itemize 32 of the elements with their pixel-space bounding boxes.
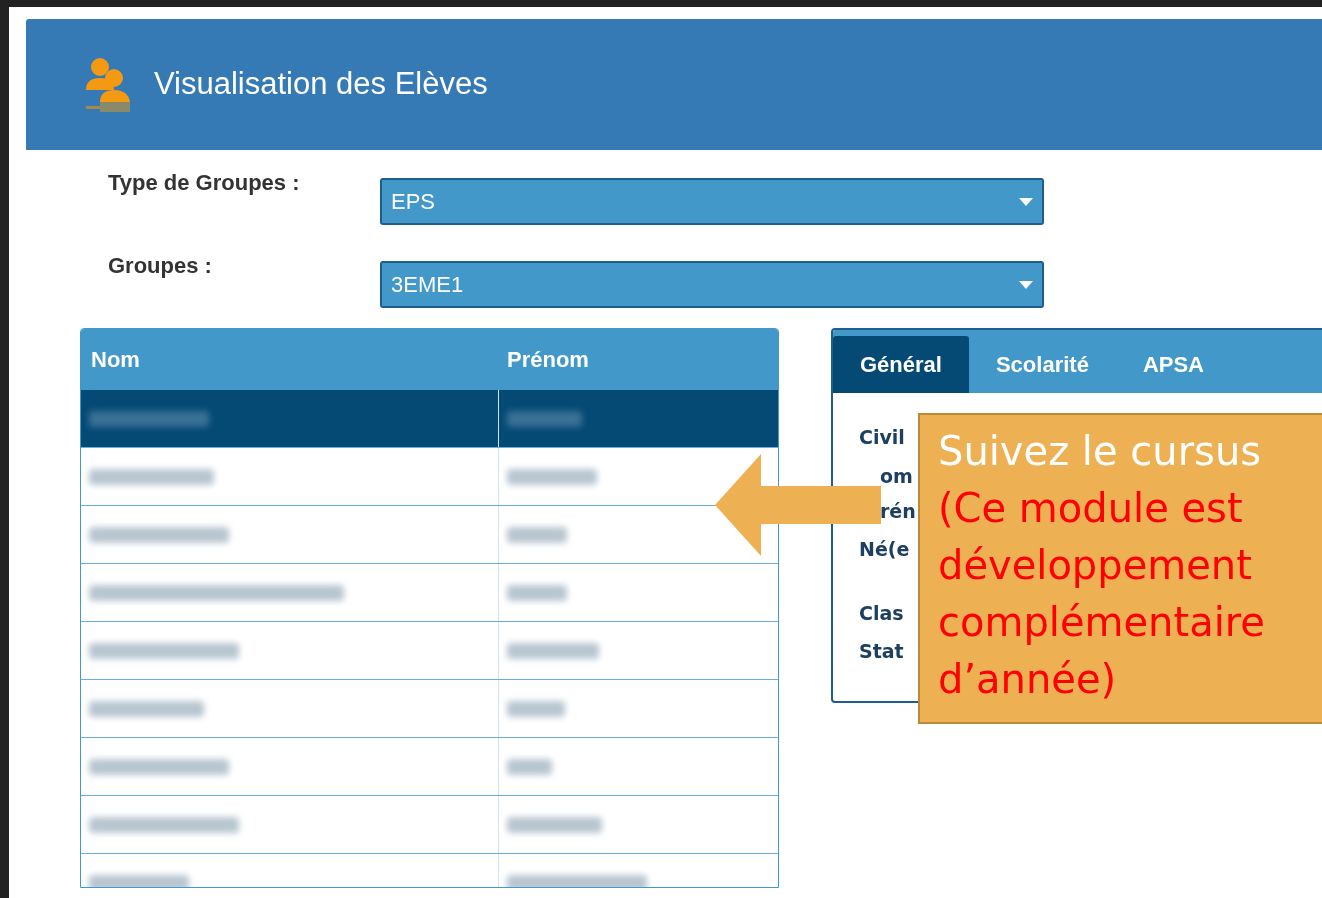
blurred-text	[507, 758, 552, 775]
column-header[interactable]: Nom	[91, 347, 140, 372]
blurred-text	[507, 700, 565, 717]
blurred-text	[507, 584, 567, 601]
tab[interactable]: APSA	[1115, 336, 1231, 393]
field-label: Clas	[859, 601, 904, 625]
field-label: Stat	[859, 639, 904, 663]
tab[interactable]: Scolarité	[968, 336, 1116, 393]
field-label: Groupes :	[107, 252, 213, 280]
users-icon	[84, 55, 132, 114]
field-label: rén	[880, 499, 916, 523]
dropdown[interactable]: 3EME1	[380, 261, 1044, 308]
callout-title: Suivez le cursus	[938, 427, 1262, 476]
field-label: Né(e	[859, 537, 910, 561]
table-row[interactable]	[81, 622, 778, 680]
page-title: Visualisation des Elèves	[154, 65, 488, 104]
table-row[interactable]	[81, 738, 778, 796]
field-label: Civil	[859, 425, 905, 449]
table-row[interactable]	[81, 506, 778, 564]
table-row[interactable]	[81, 564, 778, 622]
table-row[interactable]	[81, 390, 778, 448]
table-row[interactable]	[81, 796, 778, 854]
tab[interactable]: Général	[833, 336, 969, 393]
field-label: Type de Groupes :	[107, 169, 301, 197]
column-header[interactable]: Prénom	[507, 347, 589, 372]
dropdown[interactable]: EPS	[380, 178, 1044, 225]
blurred-text	[507, 526, 567, 543]
table-row[interactable]	[81, 680, 778, 738]
field-label: om	[880, 464, 913, 488]
caret-icon	[1019, 197, 1033, 206]
callout-note: (Ce module est développement complémentaire d’année)	[938, 484, 1265, 704]
caret-icon	[1019, 280, 1033, 289]
